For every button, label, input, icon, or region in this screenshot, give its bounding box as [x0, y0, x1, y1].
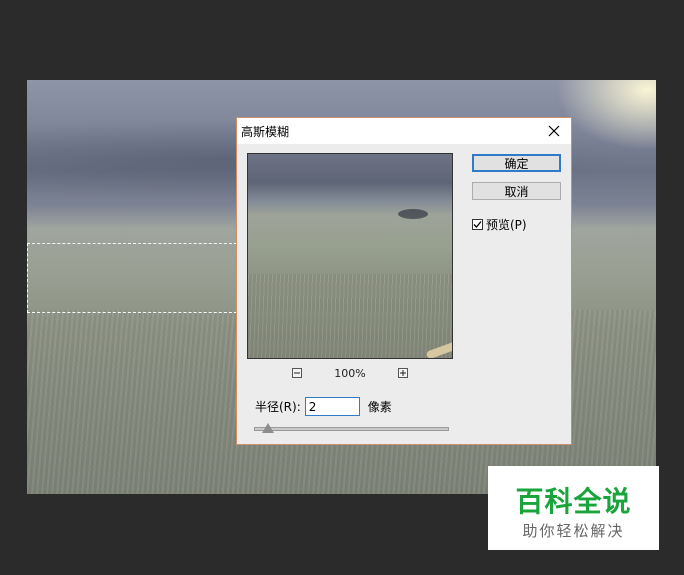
radius-slider-track[interactable]	[254, 427, 449, 431]
preview-dark-spot	[398, 209, 428, 219]
watermark-logo: 百科全说 助你轻松解决	[488, 466, 659, 550]
zoom-level: 100%	[334, 366, 366, 380]
zoom-controls: 100%	[247, 366, 453, 380]
watermark-title: 百科全说	[515, 485, 632, 518]
radius-slider-thumb[interactable]	[261, 423, 274, 433]
close-button[interactable]	[545, 122, 563, 140]
gaussian-blur-dialog: 高斯模糊 100% 确定 取消 预览(P) 半径(R): 像素	[236, 117, 572, 445]
radius-input[interactable]	[304, 397, 360, 416]
watermark-subtitle: 助你轻松解决	[522, 522, 625, 540]
blur-preview[interactable]	[247, 153, 453, 359]
preview-toggle[interactable]: 预览(P)	[472, 216, 527, 233]
dialog-titlebar[interactable]: 高斯模糊	[237, 118, 571, 144]
preview-label: 预览(P)	[486, 218, 527, 232]
zoom-in-button[interactable]	[397, 368, 408, 378]
ok-button[interactable]: 确定	[472, 154, 561, 172]
preview-grass	[248, 274, 452, 358]
zoom-out-button[interactable]	[292, 368, 303, 378]
plus-icon	[399, 370, 406, 376]
selection-marquee[interactable]	[27, 243, 237, 313]
dialog-title: 高斯模糊	[241, 124, 290, 139]
cancel-button[interactable]: 取消	[472, 182, 561, 200]
close-icon	[548, 125, 560, 137]
preview-checkbox[interactable]	[472, 219, 483, 230]
radius-row: 半径(R): 像素	[255, 397, 392, 416]
minus-icon	[294, 372, 301, 374]
radius-label: 半径(R):	[255, 400, 301, 414]
checkmark-icon	[473, 221, 482, 228]
radius-unit: 像素	[367, 400, 392, 414]
